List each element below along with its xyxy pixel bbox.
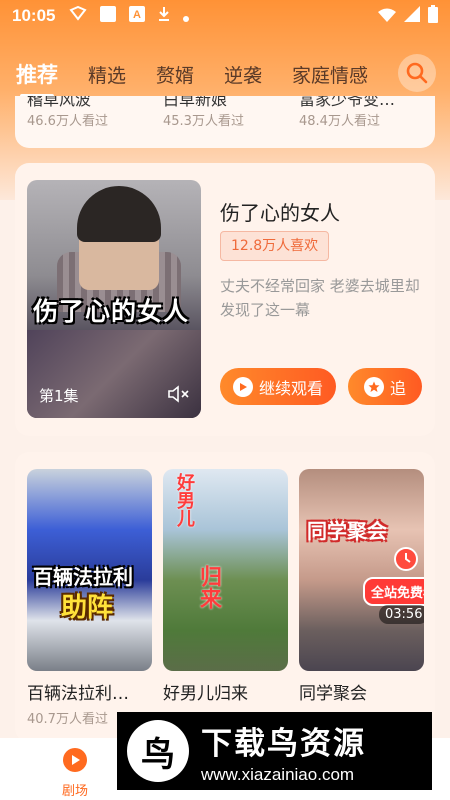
download-icon [157, 6, 171, 26]
thumbnail-text: 同学聚会 [307, 519, 387, 543]
drama-title: 同学聚会 [299, 684, 367, 704]
status-time: 10:05 [12, 6, 56, 25]
thumbnail-text: 好男儿 [174, 473, 195, 527]
drama-title: 稽草风波 [27, 96, 92, 109]
watermark-logo: 鸟 [127, 720, 189, 782]
follow-label: 追 [389, 378, 406, 398]
thumbnail-text: 归来 [196, 565, 222, 609]
search-icon [406, 62, 428, 84]
drama-thumbnail: 好男儿 归来 [163, 469, 288, 671]
a-letter-icon: A [129, 6, 146, 26]
tab-selected[interactable]: 精选 [88, 61, 126, 88]
list-item[interactable]: 同学聚会 全站免费看 03:56 同学聚会 [299, 469, 424, 708]
tab-son-in-law[interactable]: 赘婿 [156, 61, 194, 88]
wifi-icon [378, 7, 396, 26]
theater-icon [63, 748, 87, 772]
tab-family-emotion[interactable]: 家庭情感 [292, 61, 368, 88]
drama-title: 百辆法拉利… [27, 684, 129, 704]
tab-comeback[interactable]: 逆袭 [224, 61, 262, 88]
drama-thumbnail: 同学聚会 全站免费看 03:56 [299, 469, 424, 671]
watermark-logo-char: 鸟 [141, 734, 175, 775]
status-bar: 10:05 A [0, 0, 450, 32]
app-square-icon [99, 5, 117, 27]
star-icon [363, 376, 384, 397]
continue-watching-label: 继续观看 [258, 378, 323, 398]
poster-figure [77, 186, 161, 242]
mute-icon[interactable] [167, 384, 191, 408]
thumbnail-text: 助阵 [61, 593, 114, 623]
battery-icon [428, 5, 438, 27]
featured-description: 丈夫不经常回家 老婆去城里却发现了这一幕 [220, 277, 420, 319]
play-icon [232, 376, 253, 397]
previous-drama-row: 稽草风波 46.6万人看过 白草新娘 45.3万人看过 富家少爷变… 48.4万… [15, 96, 435, 148]
dot-icon [183, 7, 190, 26]
drama-views: 45.3万人看过 [163, 114, 244, 129]
featured-drama-card: 伤了心的女人 第1集 伤了心的女人 12.8万人喜欢 丈夫不经常回家 老婆去城里… [15, 163, 435, 436]
drama-title: 富家少爷变… [299, 96, 396, 109]
nav-item-theater[interactable]: 剧场 [45, 746, 105, 799]
drama-grid: 百辆法拉利 助阵 百辆法拉利… 40.7万人看过 好男儿 归来 好男儿归来 同学… [15, 452, 435, 742]
watermark-url: www.xiazainiao.com [201, 764, 355, 784]
list-item[interactable]: 百辆法拉利 助阵 百辆法拉利… 40.7万人看过 [27, 469, 152, 727]
list-item[interactable]: 好男儿 归来 好男儿归来 [163, 469, 288, 708]
alarm-clock-icon [391, 543, 421, 577]
duration-badge: 03:56 [379, 605, 424, 624]
episode-label: 第1集 [39, 387, 79, 405]
nav-label-theater: 剧场 [61, 784, 88, 799]
follow-button[interactable]: 追 [348, 368, 422, 405]
search-button[interactable] [398, 54, 436, 92]
watermark-overlay: 鸟 下载鸟资源 www.xiazainiao.com [117, 712, 432, 790]
poster-title-text: 伤了心的女人 [33, 297, 190, 326]
drama-title: 好男儿归来 [163, 684, 248, 704]
tab-recommend[interactable]: 推荐 [16, 59, 58, 98]
category-tabs: 推荐 精选 赘婿 逆袭 家庭情感 [0, 52, 450, 98]
drama-views: 46.6万人看过 [27, 114, 108, 129]
signal-icon [404, 6, 420, 26]
free-watch-badge: 全站免费看 [363, 577, 424, 606]
watermark-title: 下载鸟资源 [201, 725, 366, 762]
drama-thumbnail: 百辆法拉利 助阵 [27, 469, 152, 671]
featured-title[interactable]: 伤了心的女人 [220, 197, 340, 226]
drama-title: 白草新娘 [163, 96, 228, 109]
continue-watching-button[interactable]: 继续观看 [220, 368, 336, 405]
tag-icon [69, 5, 88, 26]
likes-badge: 12.8万人喜欢 [220, 231, 330, 261]
svg-text:A: A [133, 9, 141, 21]
thumbnail-text: 百辆法拉利 [33, 565, 133, 589]
featured-poster[interactable]: 伤了心的女人 第1集 [27, 180, 201, 418]
drama-views: 48.4万人看过 [299, 114, 380, 129]
